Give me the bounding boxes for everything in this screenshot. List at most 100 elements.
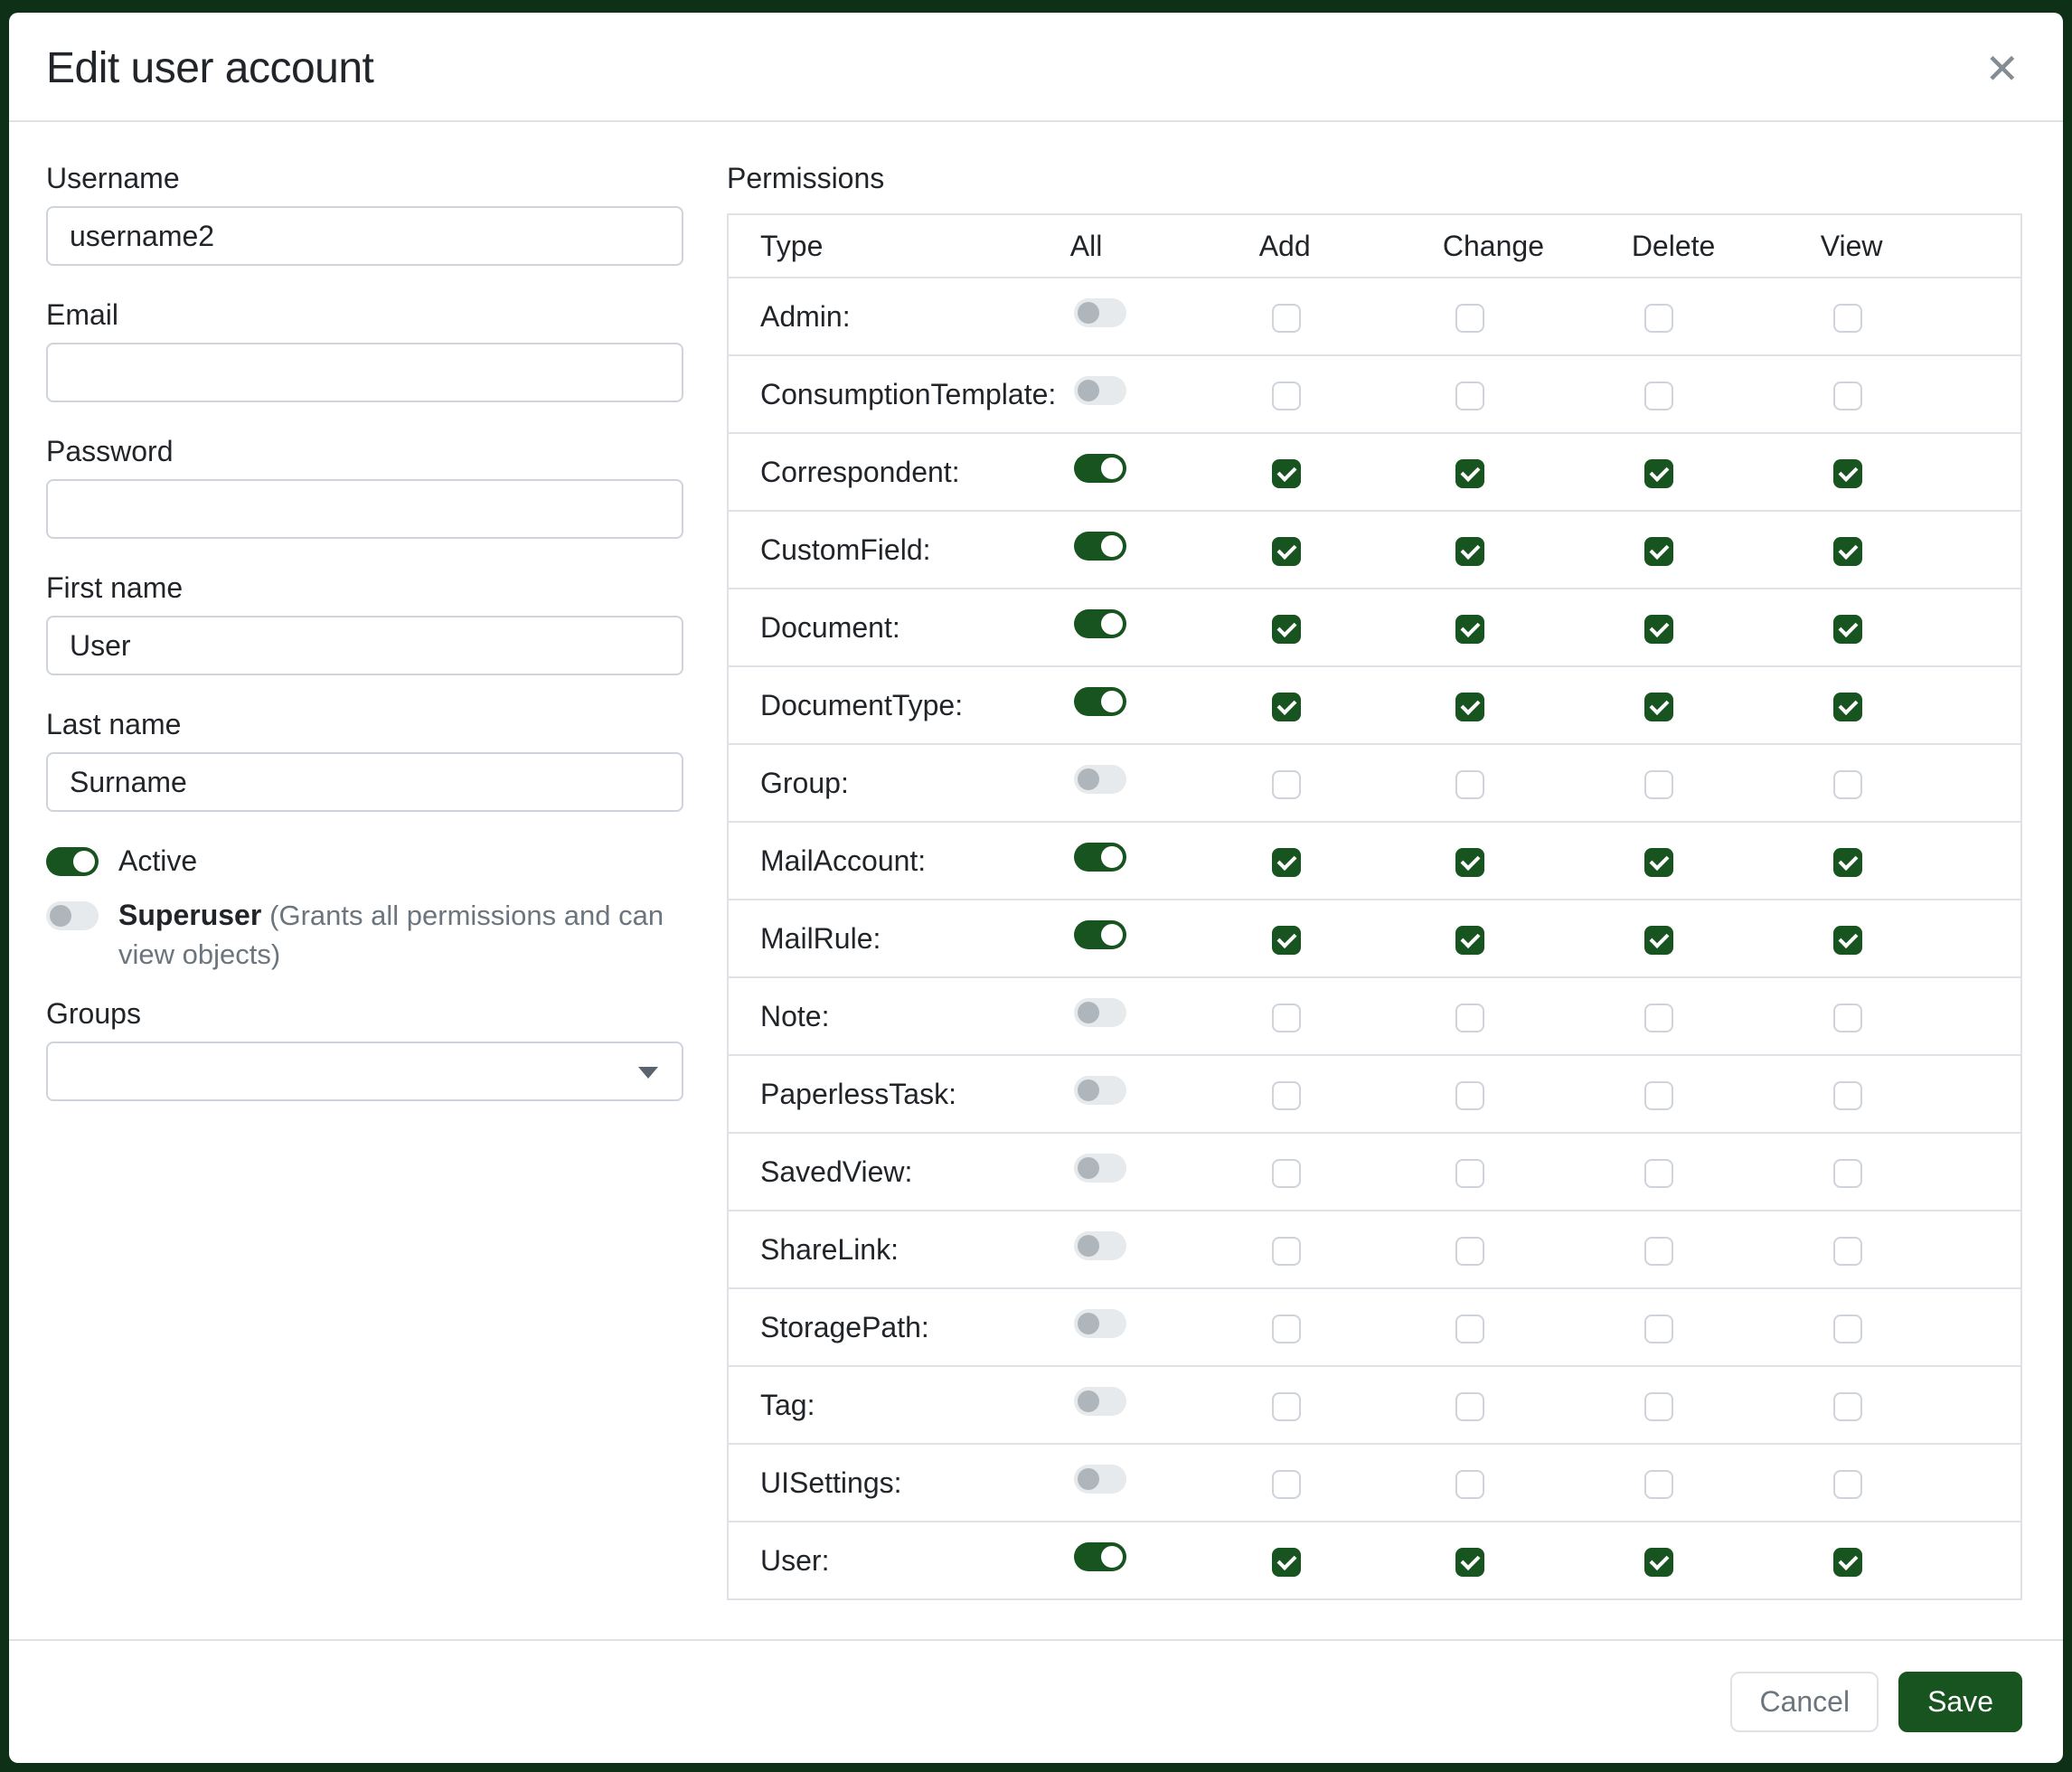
- permission-change-checkbox[interactable]: [1455, 1237, 1484, 1266]
- permission-view-checkbox[interactable]: [1833, 770, 1862, 799]
- superuser-toggle[interactable]: [46, 901, 99, 930]
- permission-view-checkbox[interactable]: [1833, 693, 1862, 721]
- save-button[interactable]: Save: [1898, 1672, 2022, 1732]
- permission-view-checkbox[interactable]: [1833, 1237, 1862, 1266]
- permission-view-checkbox[interactable]: [1833, 615, 1862, 644]
- permission-view-checkbox[interactable]: [1833, 537, 1862, 566]
- permission-add-checkbox[interactable]: [1272, 1159, 1301, 1188]
- permission-view-checkbox[interactable]: [1833, 848, 1862, 877]
- permission-all-toggle[interactable]: [1074, 1231, 1126, 1260]
- permission-delete-checkbox[interactable]: [1644, 537, 1673, 566]
- permission-view-checkbox[interactable]: [1833, 1159, 1862, 1188]
- permission-add-checkbox[interactable]: [1272, 537, 1301, 566]
- toggle-knob: [1078, 302, 1099, 324]
- password-field[interactable]: [46, 479, 683, 539]
- permission-delete-checkbox[interactable]: [1644, 615, 1673, 644]
- permission-delete-checkbox[interactable]: [1644, 459, 1673, 488]
- permission-change-checkbox[interactable]: [1455, 459, 1484, 488]
- username-input[interactable]: [46, 206, 683, 266]
- permission-delete-checkbox[interactable]: [1644, 1548, 1673, 1577]
- permission-all-toggle[interactable]: [1074, 1542, 1126, 1571]
- permission-view-checkbox[interactable]: [1833, 926, 1862, 955]
- last-name-field[interactable]: [46, 752, 683, 812]
- permission-all-toggle[interactable]: [1074, 843, 1126, 872]
- permission-add-checkbox[interactable]: [1272, 693, 1301, 721]
- permission-change-checkbox[interactable]: [1455, 926, 1484, 955]
- permission-change-checkbox[interactable]: [1455, 848, 1484, 877]
- permission-all-toggle[interactable]: [1074, 1309, 1126, 1338]
- permission-all-toggle[interactable]: [1074, 376, 1126, 405]
- superuser-text: Superuser (Grants all permissions and ca…: [118, 896, 683, 974]
- permission-delete-checkbox[interactable]: [1644, 1004, 1673, 1032]
- permission-view-checkbox[interactable]: [1833, 1315, 1862, 1343]
- permission-delete-checkbox[interactable]: [1644, 1159, 1673, 1188]
- permission-delete-checkbox[interactable]: [1644, 1237, 1673, 1266]
- permission-row: DocumentType:: [728, 666, 2021, 744]
- permission-change-checkbox[interactable]: [1455, 1159, 1484, 1188]
- permission-change-checkbox[interactable]: [1455, 537, 1484, 566]
- permission-change-checkbox[interactable]: [1455, 693, 1484, 721]
- permission-all-toggle[interactable]: [1074, 1387, 1126, 1416]
- permission-change-checkbox[interactable]: [1455, 1392, 1484, 1421]
- permission-all-toggle[interactable]: [1074, 1076, 1126, 1105]
- permission-add-checkbox[interactable]: [1272, 1237, 1301, 1266]
- permission-all-toggle[interactable]: [1074, 1465, 1126, 1494]
- permission-delete-checkbox[interactable]: [1644, 848, 1673, 877]
- permission-add-checkbox[interactable]: [1272, 1392, 1301, 1421]
- permission-all-toggle[interactable]: [1074, 609, 1126, 638]
- permission-delete-checkbox[interactable]: [1644, 382, 1673, 410]
- permission-add-checkbox[interactable]: [1272, 1081, 1301, 1110]
- permission-add-checkbox[interactable]: [1272, 615, 1301, 644]
- permission-add-checkbox[interactable]: [1272, 459, 1301, 488]
- permission-add-checkbox[interactable]: [1272, 382, 1301, 410]
- permission-view-checkbox[interactable]: [1833, 1392, 1862, 1421]
- permission-delete-checkbox[interactable]: [1644, 693, 1673, 721]
- close-icon[interactable]: ✕: [1984, 48, 2020, 90]
- permission-change-checkbox[interactable]: [1455, 770, 1484, 799]
- permission-view-checkbox[interactable]: [1833, 1004, 1862, 1032]
- permission-all-toggle[interactable]: [1074, 454, 1126, 483]
- permission-change-checkbox[interactable]: [1455, 1315, 1484, 1343]
- permission-delete-checkbox[interactable]: [1644, 926, 1673, 955]
- permission-all-toggle[interactable]: [1074, 765, 1126, 794]
- permission-delete-cell: [1631, 589, 1820, 666]
- permission-delete-checkbox[interactable]: [1644, 304, 1673, 333]
- permission-add-checkbox[interactable]: [1272, 1548, 1301, 1577]
- groups-select[interactable]: [46, 1042, 683, 1101]
- active-toggle[interactable]: [46, 847, 99, 876]
- permission-delete-checkbox[interactable]: [1644, 1392, 1673, 1421]
- permission-change-checkbox[interactable]: [1455, 1081, 1484, 1110]
- permission-view-checkbox[interactable]: [1833, 1548, 1862, 1577]
- permission-add-checkbox[interactable]: [1272, 848, 1301, 877]
- permission-add-checkbox[interactable]: [1272, 304, 1301, 333]
- permission-all-toggle[interactable]: [1074, 532, 1126, 561]
- permission-view-checkbox[interactable]: [1833, 1470, 1862, 1499]
- permission-add-checkbox[interactable]: [1272, 1004, 1301, 1032]
- permission-delete-checkbox[interactable]: [1644, 1081, 1673, 1110]
- permission-change-checkbox[interactable]: [1455, 304, 1484, 333]
- email-field[interactable]: [46, 343, 683, 402]
- permission-all-toggle[interactable]: [1074, 687, 1126, 716]
- cancel-button[interactable]: Cancel: [1730, 1672, 1879, 1732]
- permission-change-checkbox[interactable]: [1455, 1548, 1484, 1577]
- permission-view-checkbox[interactable]: [1833, 382, 1862, 410]
- permission-change-checkbox[interactable]: [1455, 615, 1484, 644]
- permission-delete-checkbox[interactable]: [1644, 1470, 1673, 1499]
- permission-add-checkbox[interactable]: [1272, 770, 1301, 799]
- permission-change-checkbox[interactable]: [1455, 382, 1484, 410]
- permission-delete-checkbox[interactable]: [1644, 770, 1673, 799]
- permission-change-checkbox[interactable]: [1455, 1470, 1484, 1499]
- permission-all-toggle[interactable]: [1074, 1154, 1126, 1183]
- permission-all-toggle[interactable]: [1074, 298, 1126, 327]
- permission-all-toggle[interactable]: [1074, 920, 1126, 949]
- permission-all-toggle[interactable]: [1074, 998, 1126, 1027]
- permission-view-checkbox[interactable]: [1833, 459, 1862, 488]
- permission-change-checkbox[interactable]: [1455, 1004, 1484, 1032]
- first-name-field[interactable]: [46, 616, 683, 675]
- permission-view-checkbox[interactable]: [1833, 1081, 1862, 1110]
- permission-delete-checkbox[interactable]: [1644, 1315, 1673, 1343]
- permission-add-checkbox[interactable]: [1272, 1470, 1301, 1499]
- permission-add-checkbox[interactable]: [1272, 1315, 1301, 1343]
- permission-add-checkbox[interactable]: [1272, 926, 1301, 955]
- permission-view-checkbox[interactable]: [1833, 304, 1862, 333]
